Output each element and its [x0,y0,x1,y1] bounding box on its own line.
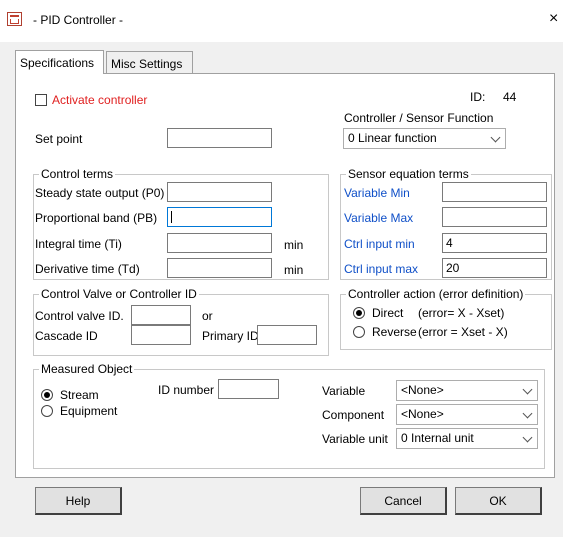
measured-object-title: Measured Object [39,362,135,376]
id-number-label: ID number [158,383,215,397]
direct-definition: (error= X - Xset) [418,306,505,320]
derivative-unit: min [284,263,304,277]
sensor-function-value: 0 Linear function [348,131,437,145]
cancel-button[interactable]: Cancel [360,487,447,515]
variable-select[interactable]: <None> [396,380,538,401]
sensor-function-select[interactable]: 0 Linear function [343,128,506,149]
component-value: <None> [401,407,444,421]
variable-min-input[interactable] [442,182,547,202]
chevron-down-icon [522,408,533,419]
component-label: Component [322,408,385,422]
variable-max-label: Variable Max [344,211,414,225]
cascade-id-input[interactable] [131,325,191,345]
primary-id-label: Primary ID [202,329,259,343]
tab-label: Specifications [20,56,95,70]
variable-unit-select[interactable]: 0 Internal unit [396,428,538,449]
steady-state-label: Steady state output (P0) [35,186,165,200]
or-label: or [202,309,213,323]
equipment-radio[interactable] [41,405,53,417]
integral-unit: min [284,238,304,252]
text-caret [171,211,172,223]
proportional-band-input[interactable] [167,207,272,227]
tab-misc-settings[interactable]: Misc Settings [106,51,193,73]
direct-radio[interactable] [353,307,365,319]
chevron-down-icon [522,432,533,443]
derivative-time-input[interactable] [167,258,272,278]
set-point-input[interactable] [167,128,272,148]
proportional-band-label: Proportional band (PB) [35,211,158,225]
window-title: - PID Controller - [33,13,124,27]
control-terms-title: Control terms [39,167,116,181]
chevron-down-icon [490,132,501,143]
set-point-label: Set point [35,132,83,146]
id-label: ID: [470,90,486,104]
variable-value: <None> [401,383,444,397]
reverse-label: Reverse [372,325,417,339]
tab-label: Misc Settings [111,57,183,71]
variable-unit-label: Variable unit [322,432,388,446]
control-valve-title: Control Valve or Controller ID [39,287,199,301]
reverse-definition: (error = Xset - X) [418,325,508,339]
controller-action-group [340,294,552,350]
integral-time-input[interactable] [167,233,272,253]
integral-time-label: Integral time (Ti) [35,237,122,251]
equipment-label: Equipment [60,404,118,418]
primary-id-input[interactable] [257,325,317,345]
activate-controller-label: Activate controller [52,93,148,107]
component-select[interactable]: <None> [396,404,538,425]
ctrl-input-min-label: Ctrl input min [344,237,415,251]
reverse-radio[interactable] [353,326,365,338]
ctrl-input-min-input[interactable]: 4 [442,233,547,253]
app-icon [7,12,22,26]
variable-max-input[interactable] [442,207,547,227]
help-button[interactable]: Help [35,487,122,515]
id-value: 44 [503,90,517,104]
sensor-terms-title: Sensor equation terms [346,167,471,181]
close-icon[interactable]: × [549,10,558,28]
direct-label: Direct [372,306,404,320]
tab-specifications[interactable]: Specifications [15,50,104,74]
chevron-down-icon [522,384,533,395]
ctrl-input-max-label: Ctrl input max [344,262,419,276]
controller-action-title: Controller action (error definition) [346,287,526,301]
stream-label: Stream [60,388,99,402]
variable-min-label: Variable Min [344,186,410,200]
id-number-input[interactable] [218,379,279,399]
stream-radio[interactable] [41,389,53,401]
control-valve-id-input[interactable] [131,305,191,325]
derivative-time-label: Derivative time (Td) [35,262,140,276]
control-valve-id-label: Control valve ID. [35,309,124,323]
ok-button[interactable]: OK [455,487,542,515]
ctrl-input-max-input[interactable]: 20 [442,258,547,278]
sensor-function-label: Controller / Sensor Function [344,111,494,125]
steady-state-input[interactable] [167,182,272,202]
cascade-id-label: Cascade ID [35,329,98,343]
variable-unit-value: 0 Internal unit [401,431,474,445]
activate-controller-checkbox[interactable] [35,94,47,106]
variable-label: Variable [322,384,366,398]
